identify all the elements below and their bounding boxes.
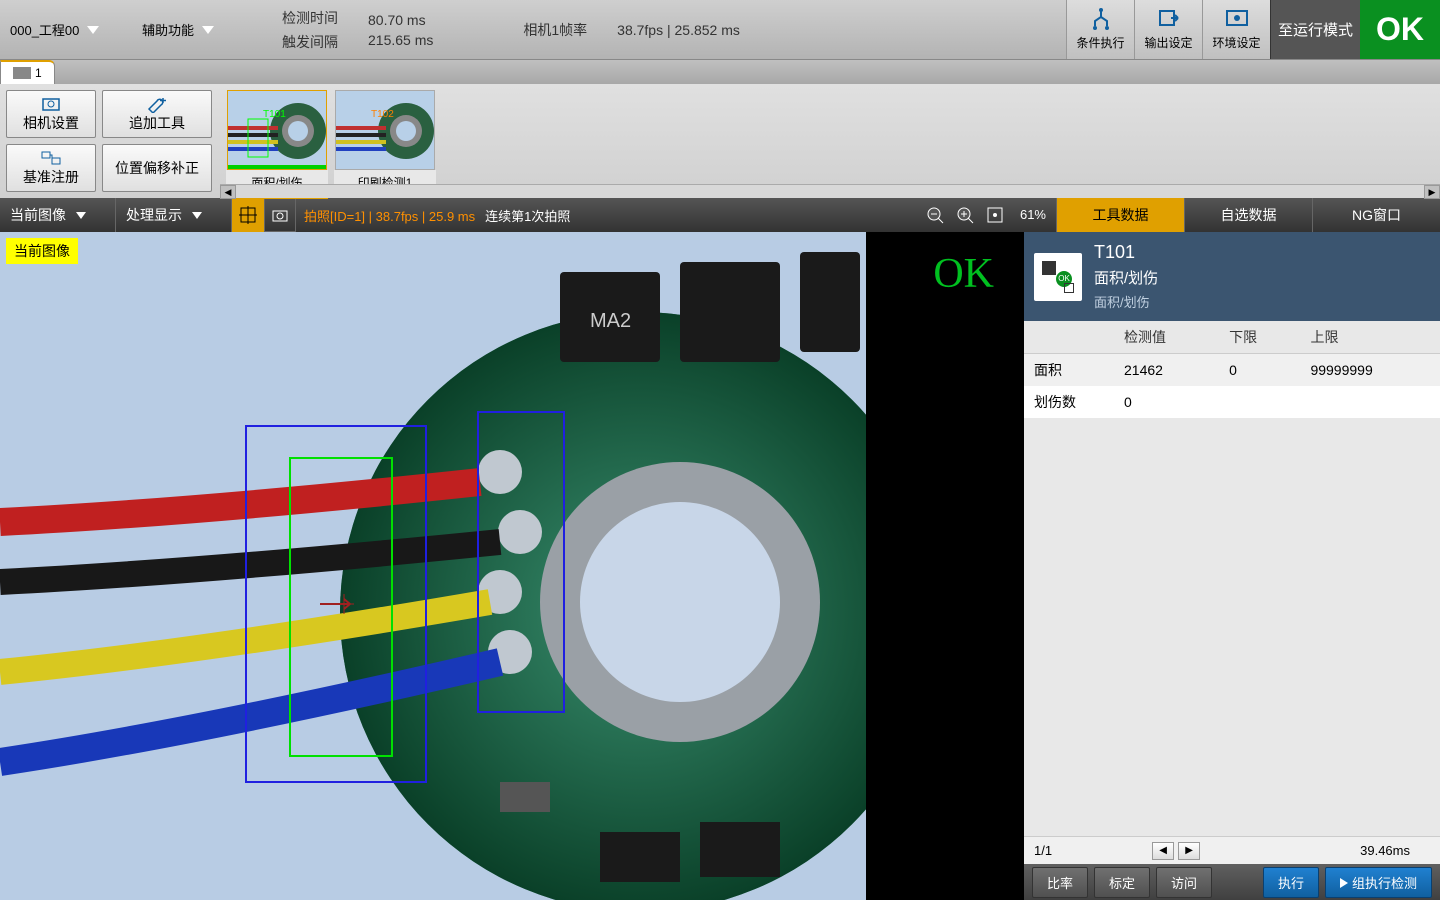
- viewer-ok-badge: OK: [933, 250, 994, 298]
- group-execute-button[interactable]: 组执行检测: [1325, 867, 1432, 898]
- stats-area: 检测时间 触发间隔 80.70 ms 215.65 ms 相机1帧率 38.7f…: [262, 0, 1066, 59]
- side-footer-pager: 1/1 ◀ ▶ 39.46ms: [1024, 836, 1440, 864]
- col-lower: 下限: [1219, 321, 1300, 354]
- tool-thumb-print-inspect[interactable]: T102 印刷检测1: [334, 90, 436, 195]
- tool-row-left: 相机设置 追加工具 基准注册 位置偏移补正: [0, 84, 220, 198]
- capture-button[interactable]: [264, 198, 296, 232]
- mid-control-bar: 当前图像 处理显示 拍照[ID=1] | 38.7fps | 25.9 ms 连…: [0, 198, 1440, 232]
- camera-settings-button[interactable]: 相机设置: [6, 90, 96, 138]
- svg-text:T101: T101: [263, 109, 286, 120]
- env-settings-button[interactable]: 环境设定: [1202, 0, 1270, 59]
- scroll-right-arrow[interactable]: ▶: [1424, 185, 1440, 199]
- condition-exec-button[interactable]: 条件执行: [1066, 0, 1134, 59]
- display-mode-dropdown[interactable]: 处理显示: [116, 198, 232, 232]
- table-row: 划伤数 0: [1024, 386, 1440, 418]
- zoom-level: 61%: [1010, 198, 1056, 232]
- tool-row-right: T101 面积/划伤 T102 印刷检测1 ◀ ▶: [220, 84, 1440, 198]
- calibrate-button[interactable]: 标定: [1094, 867, 1150, 898]
- tab-custom-data[interactable]: 自选数据: [1184, 198, 1312, 232]
- thumbnail-image: T102: [336, 91, 435, 170]
- tool-subtitle: 面积/划伤: [1094, 292, 1158, 311]
- ratio-button[interactable]: 比率: [1032, 867, 1088, 898]
- crosshair-toggle[interactable]: [232, 198, 264, 232]
- horizontal-scrollbar[interactable]: ◀ ▶: [220, 184, 1440, 198]
- run-mode-button[interactable]: 至运行模式: [1270, 0, 1360, 59]
- project-dropdown[interactable]: 000_工程00: [0, 0, 132, 59]
- side-panel: OK T101 面积/划伤 面积/划伤 检测值 下限 上限 面积 21: [1024, 232, 1440, 900]
- scroll-left-arrow[interactable]: ◀: [220, 185, 236, 199]
- page-prev-button[interactable]: ◀: [1152, 842, 1174, 860]
- camera-tab-1[interactable]: 1: [0, 60, 55, 84]
- zoom-in-icon: [956, 206, 974, 224]
- main-area: MA2 当前图像 OK: [0, 232, 1440, 900]
- add-tool-button[interactable]: 追加工具: [102, 90, 212, 138]
- capture-info: 拍照[ID=1] | 38.7fps | 25.9 ms 连续第1次拍照: [296, 198, 578, 232]
- aux-menu-label: 辅助功能: [142, 20, 194, 39]
- play-icon: [1340, 878, 1348, 888]
- thumbnail-image: T101: [228, 91, 327, 170]
- camera-fps-label: 相机1帧率: [523, 20, 587, 40]
- image-viewer[interactable]: MA2 当前图像 OK: [0, 232, 1024, 900]
- col-upper: 上限: [1300, 321, 1440, 354]
- side-footer-actions: 比率 标定 访问 执行 组执行检测: [1024, 864, 1440, 900]
- tool-name: 面积/划伤: [1094, 267, 1158, 288]
- tab-ng-window[interactable]: NG窗口: [1312, 198, 1440, 232]
- status-ok-badge: OK: [1360, 0, 1440, 59]
- image-mode-dropdown[interactable]: 当前图像: [0, 198, 116, 232]
- tool-type-icon: OK: [1034, 253, 1082, 301]
- data-table: 检测值 下限 上限 面积 21462 0 99999999 划伤数 0: [1024, 321, 1440, 836]
- monitor-gear-icon: [1223, 8, 1251, 32]
- viewer-black-strip: [866, 232, 1024, 900]
- output-settings-button[interactable]: 输出设定: [1134, 0, 1202, 59]
- current-image-tag: 当前图像: [6, 238, 78, 264]
- camera-fps-value: 38.7fps | 25.852 ms: [617, 22, 740, 38]
- trigger-interval-value: 215.65 ms: [368, 32, 433, 48]
- execute-button[interactable]: 执行: [1263, 867, 1319, 898]
- tool-row: 相机设置 追加工具 基准注册 位置偏移补正 T101 面积/划伤 T102 印刷…: [0, 84, 1440, 198]
- zoom-in-button[interactable]: [950, 198, 980, 232]
- wrench-plus-icon: [145, 95, 169, 113]
- register-icon: [39, 149, 63, 167]
- chevron-down-icon: [76, 212, 86, 219]
- chevron-down-icon: [202, 26, 214, 34]
- detect-time-value: 80.70 ms: [368, 12, 433, 28]
- offset-correction-button[interactable]: 位置偏移补正: [102, 144, 212, 192]
- tab-strip: 1: [0, 60, 1440, 84]
- detect-time-label: 检测时间: [282, 8, 338, 28]
- exec-time: 39.46ms: [1360, 843, 1410, 858]
- camera-icon: [13, 67, 31, 79]
- page-next-button[interactable]: ▶: [1178, 842, 1200, 860]
- fit-icon: [986, 206, 1004, 224]
- reference-register-button[interactable]: 基准注册: [6, 144, 96, 192]
- pcb-image: MA2: [0, 232, 866, 900]
- tool-thumb-area-scratch[interactable]: T101 面积/划伤: [226, 90, 328, 199]
- tool-id: T101: [1094, 242, 1158, 263]
- export-icon: [1155, 8, 1183, 32]
- zoom-out-icon: [926, 206, 944, 224]
- fork-icon: [1087, 8, 1115, 32]
- camera-icon: [271, 206, 289, 224]
- svg-text:T102: T102: [371, 109, 394, 120]
- table-row: 面积 21462 0 99999999: [1024, 354, 1440, 387]
- tab-tool-data[interactable]: 工具数据: [1056, 198, 1184, 232]
- camera-gear-icon: [39, 95, 63, 113]
- fit-button[interactable]: [980, 198, 1010, 232]
- svg-text:MA2: MA2: [590, 310, 631, 332]
- access-button[interactable]: 访问: [1156, 867, 1212, 898]
- tool-header: OK T101 面积/划伤 面积/划伤: [1024, 232, 1440, 321]
- page-indicator: 1/1: [1034, 843, 1052, 858]
- trigger-interval-label: 触发间隔: [282, 32, 338, 52]
- zoom-out-button[interactable]: [920, 198, 950, 232]
- chevron-down-icon: [87, 26, 99, 34]
- top-bar: 000_工程00 辅助功能 检测时间 触发间隔 80.70 ms 215.65 …: [0, 0, 1440, 60]
- col-value: 检测值: [1114, 321, 1219, 354]
- chevron-down-icon: [192, 212, 202, 219]
- aux-menu-dropdown[interactable]: 辅助功能: [132, 0, 262, 59]
- crosshair-icon: [239, 206, 257, 224]
- project-name: 000_工程00: [10, 20, 79, 39]
